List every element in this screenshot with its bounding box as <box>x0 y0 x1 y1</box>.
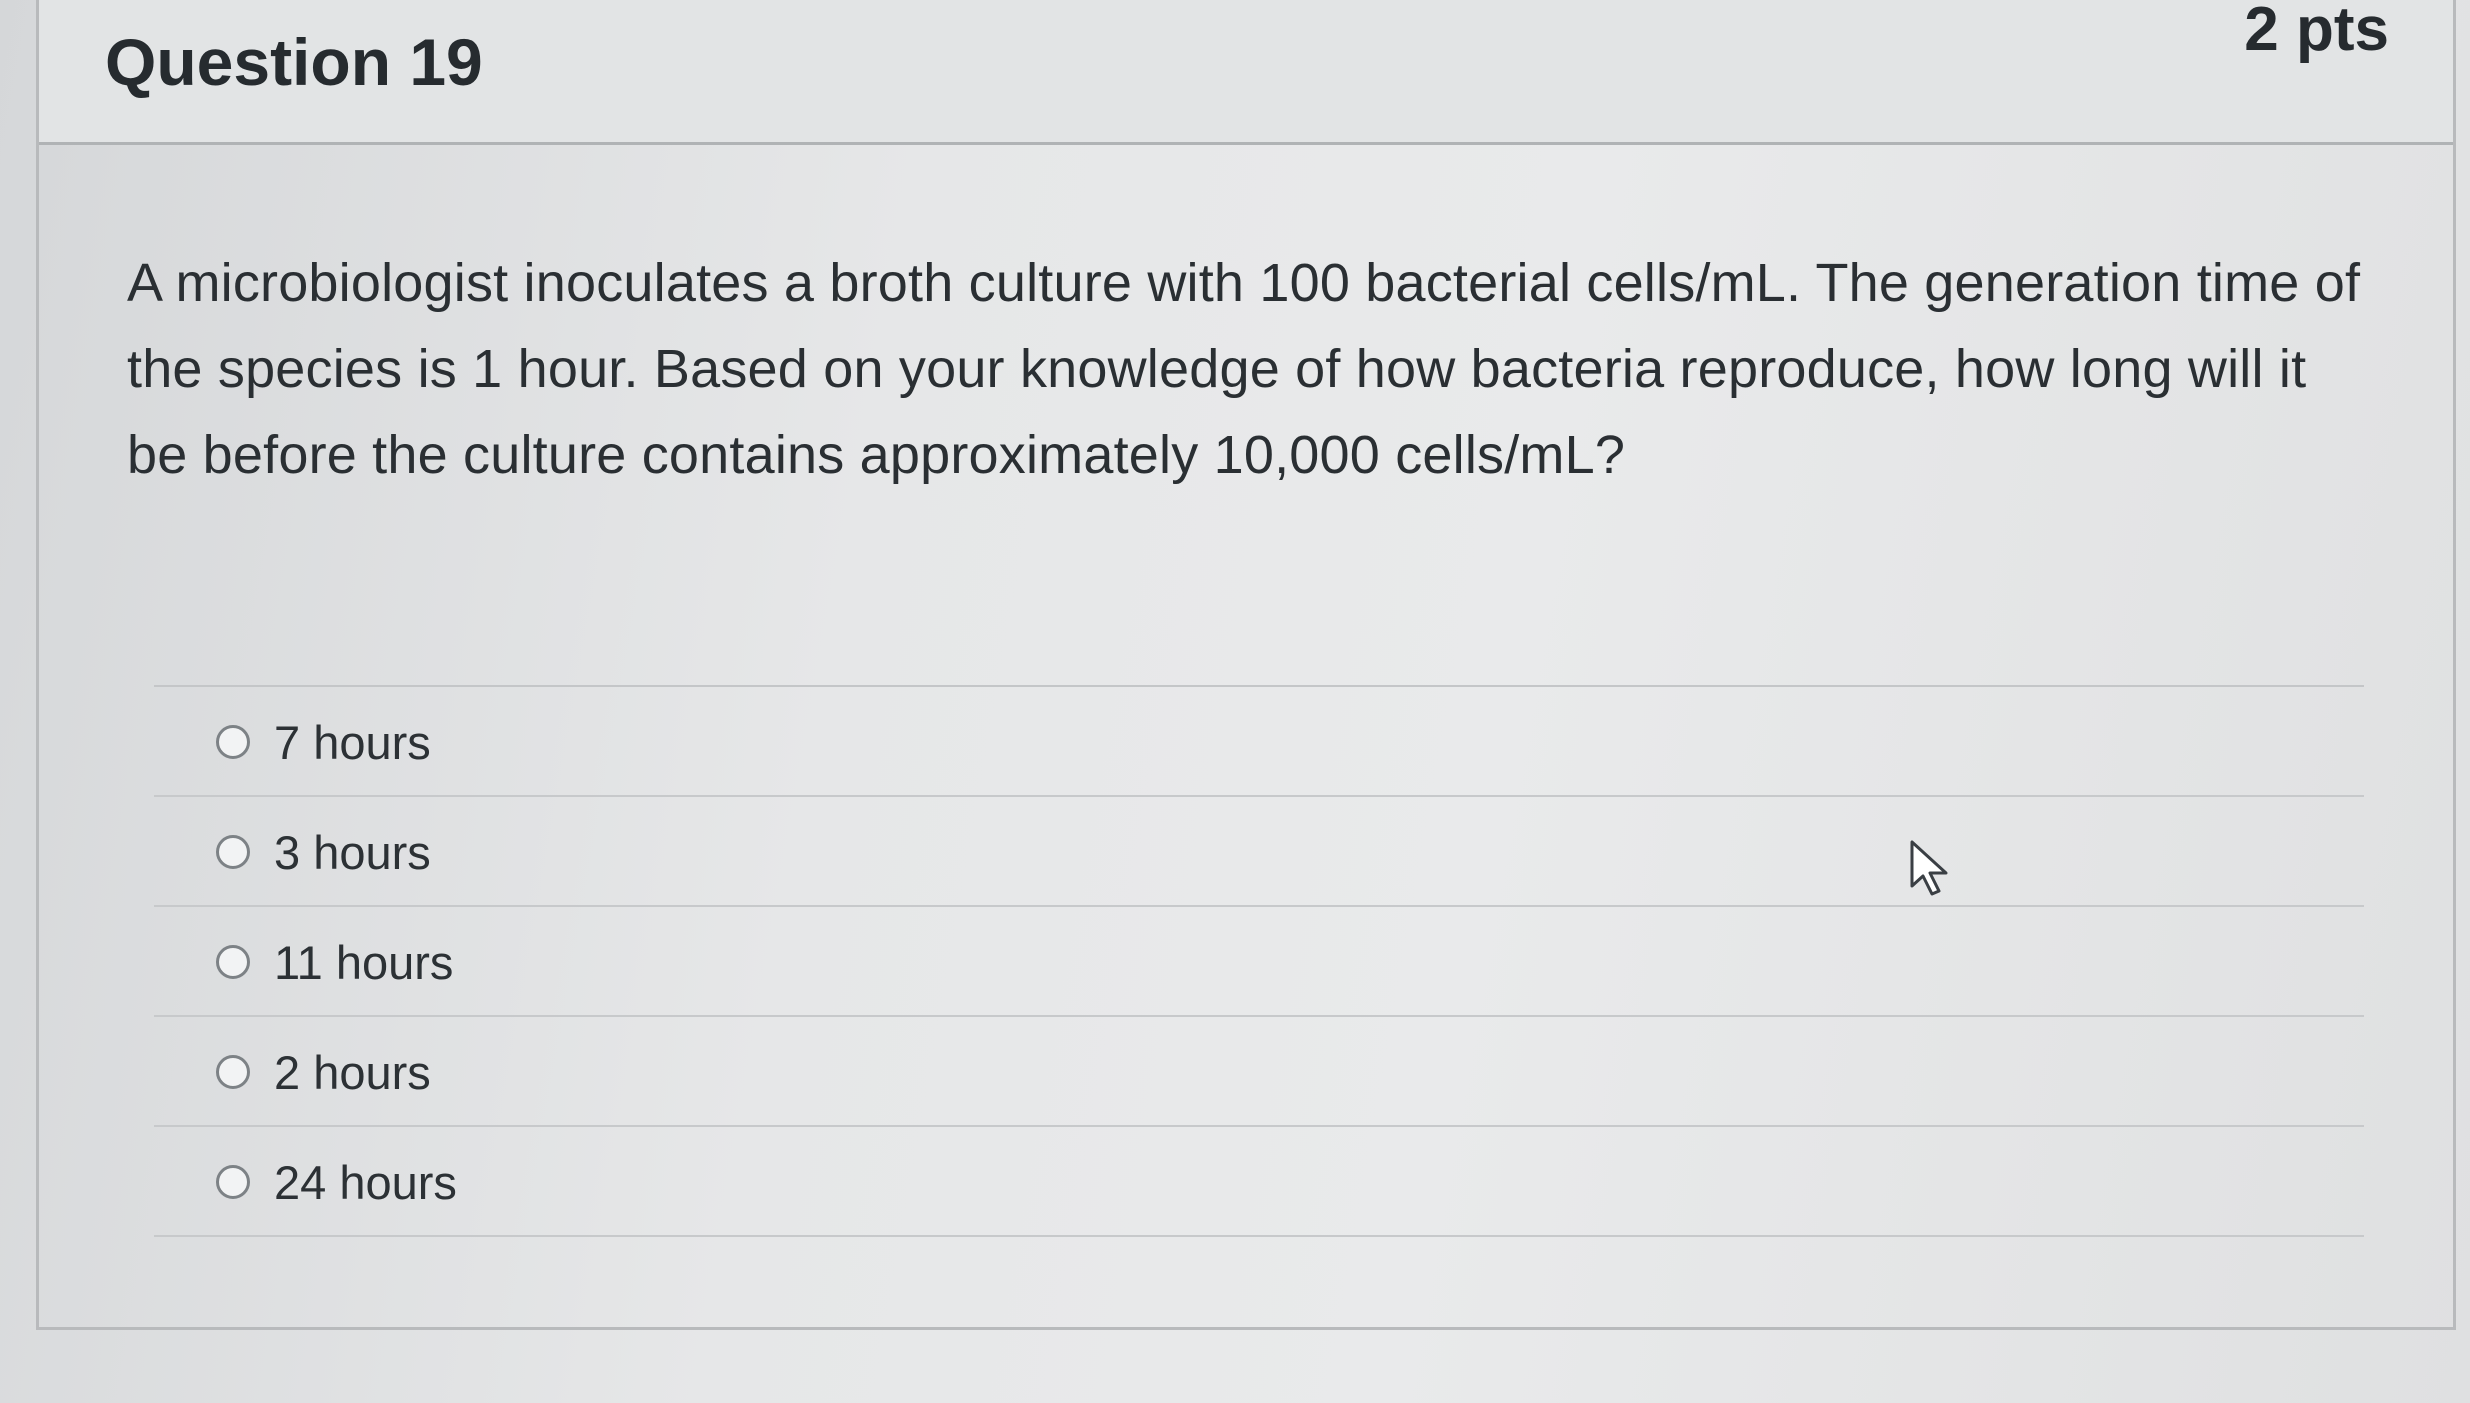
answer-option[interactable]: 24 hours <box>154 1127 2364 1237</box>
radio-button-icon[interactable] <box>216 725 250 759</box>
answer-option[interactable]: 3 hours <box>154 797 2364 907</box>
answer-list: 7 hours 3 hours 11 hours 2 hours 24 hour… <box>154 685 2364 1237</box>
question-header: Question 19 2 pts <box>39 0 2453 145</box>
question-text: A microbiologist inoculates a broth cult… <box>127 253 2361 485</box>
radio-button-icon[interactable] <box>216 1055 250 1089</box>
answer-label: 24 hours <box>274 1156 457 1209</box>
answer-label: 3 hours <box>274 826 431 879</box>
screen-background: Question 19 2 pts A microbiologist inocu… <box>0 0 2470 1403</box>
radio-button-icon[interactable] <box>216 835 250 869</box>
answer-option[interactable]: 2 hours <box>154 1017 2364 1127</box>
answer-label: 11 hours <box>274 936 454 989</box>
question-points: 2 pts <box>2244 0 2389 64</box>
answer-option[interactable]: 11 hours <box>154 907 2364 1017</box>
question-title: Question 19 <box>105 25 483 99</box>
answer-option[interactable]: 7 hours <box>154 687 2364 797</box>
mouse-pointer-icon <box>1910 840 1948 896</box>
answer-label: 7 hours <box>274 716 431 769</box>
answer-label: 2 hours <box>274 1046 431 1099</box>
radio-button-icon[interactable] <box>216 1165 250 1199</box>
question-card: Question 19 2 pts A microbiologist inocu… <box>36 0 2456 1330</box>
radio-button-icon[interactable] <box>216 945 250 979</box>
